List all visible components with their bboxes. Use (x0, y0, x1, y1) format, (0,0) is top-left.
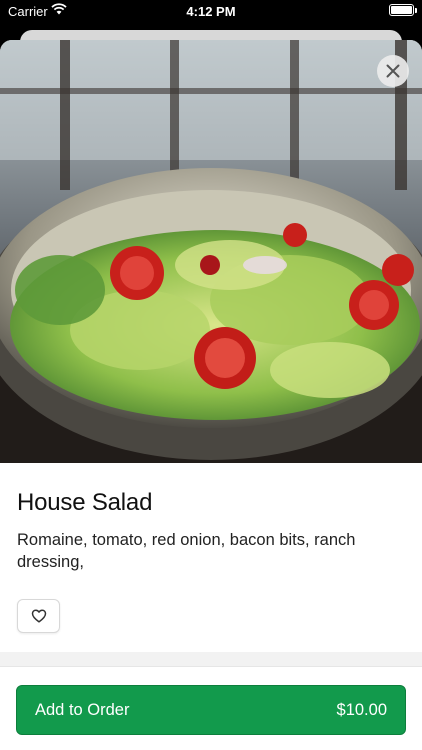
order-footer: Add to Order $10.00 (0, 666, 422, 750)
item-info: House Salad Romaine, tomato, red onion, … (0, 463, 422, 633)
section-divider (0, 652, 422, 666)
status-bar: Carrier 4:12 PM (0, 0, 422, 22)
close-button[interactable] (377, 55, 409, 87)
add-to-order-button[interactable]: Add to Order $10.00 (16, 685, 406, 735)
clock: 4:12 PM (186, 4, 236, 19)
heart-icon (31, 609, 46, 623)
item-detail-sheet: House Salad Romaine, tomato, red onion, … (0, 40, 422, 750)
close-icon (386, 64, 400, 78)
price-label: $10.00 (336, 700, 387, 719)
item-title: House Salad (17, 489, 153, 516)
add-to-order-label: Add to Order (35, 700, 130, 719)
favorite-button[interactable] (17, 599, 60, 633)
item-description: Romaine, tomato, red onion, bacon bits, … (17, 531, 356, 571)
battery-icon (389, 4, 417, 16)
item-photo (0, 40, 422, 463)
